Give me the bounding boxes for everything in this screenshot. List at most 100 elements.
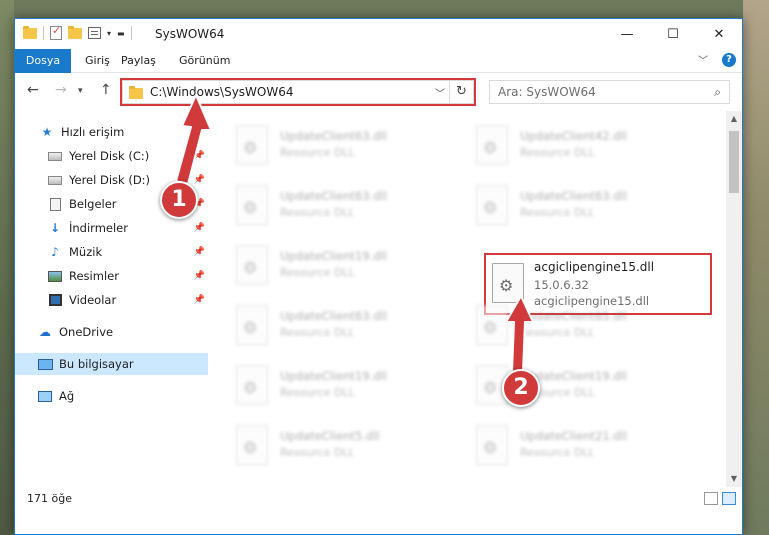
sidebar-item-this-pc[interactable]: Bu bilgisayar (15, 353, 208, 375)
sidebar-item-label: Videolar (69, 293, 117, 307)
file-description: Resource DLL (280, 206, 355, 219)
dll-file-icon (236, 185, 268, 225)
sidebar-item-pictures[interactable]: Resimler 📌 (15, 265, 208, 287)
sidebar-item-label: OneDrive (59, 325, 114, 339)
sidebar-item-label: Ağ (59, 389, 75, 403)
pin-icon: 📌 (193, 295, 205, 305)
tab-share[interactable]: Paylaş (121, 49, 156, 73)
tab-home[interactable]: Giriş (85, 49, 110, 73)
sidebar-item-videos[interactable]: Videolar 📌 (15, 289, 208, 311)
downloads-icon: ↓ (49, 221, 61, 235)
star-icon: ★ (41, 125, 53, 139)
search-icon[interactable]: ⌕ (714, 85, 721, 100)
ribbon-tabs: Dosya Giriş Paylaş Görünüm ﹀ ? (15, 49, 742, 73)
search-placeholder: Ara: SysWOW64 (498, 85, 596, 99)
recent-locations-chevron-icon[interactable]: ▾ (78, 86, 83, 96)
dll-file-icon (476, 125, 508, 165)
expand-ribbon-icon[interactable]: ﹀ (698, 52, 708, 67)
back-arrow-icon[interactable]: ← (27, 82, 39, 98)
properties-check-icon[interactable] (50, 24, 62, 40)
caption-buttons: — ☐ ✕ (604, 19, 742, 49)
scroll-thumb[interactable] (729, 131, 739, 193)
rename-icon[interactable] (88, 27, 101, 39)
desktop-wallpaper-left (0, 0, 14, 535)
sidebar-item-quick-access[interactable]: ★ Hızlı erişim (15, 121, 208, 143)
file-description: Resource DLL (520, 206, 595, 219)
dll-file-icon (236, 245, 268, 285)
scroll-down-icon[interactable]: ▼ (726, 471, 742, 487)
drive-icon (47, 173, 63, 187)
file-tile[interactable]: UpdateClient63.dll Resource DLL (218, 177, 448, 233)
folder-icon (23, 25, 37, 39)
drive-icon (47, 149, 63, 163)
address-path[interactable]: C:\Windows\SysWOW64 (150, 85, 294, 99)
pin-icon: 📌 (193, 175, 205, 185)
tab-file[interactable]: Dosya (15, 49, 71, 73)
vertical-scrollbar[interactable]: ▲ ▼ (726, 111, 742, 487)
forward-arrow-icon[interactable]: → (55, 82, 67, 98)
tab-view[interactable]: Görünüm (179, 49, 230, 73)
dll-file-icon (476, 305, 508, 345)
maximize-button[interactable]: ☐ (650, 19, 696, 49)
navigation-row: ← → ▾ ↑ C:\Windows\SysWOW64 ﹀ ↻ Ara: Sys… (15, 74, 742, 110)
file-description: Resource DLL (520, 326, 595, 339)
up-arrow-icon[interactable]: ↑ (100, 82, 112, 98)
scroll-up-icon[interactable]: ▲ (726, 111, 742, 127)
file-name: UpdateClient65.dll (520, 309, 627, 323)
cloud-icon: ☁ (39, 325, 51, 339)
file-tile[interactable]: UpdateClient63.dll Resource DLL (458, 177, 688, 233)
minimize-button[interactable]: — (604, 19, 650, 49)
file-tile[interactable]: UpdateClient19.dll Resource DLL (458, 357, 688, 413)
address-bar[interactable]: C:\Windows\SysWOW64 ﹀ ↻ (120, 78, 476, 106)
sidebar-item-music[interactable]: ♪ Müzik 📌 (15, 241, 208, 263)
close-button[interactable]: ✕ (696, 19, 742, 49)
file-tile[interactable]: UpdateClient42.dll Resource DLL (458, 117, 688, 173)
file-name: UpdateClient5.dll (280, 429, 380, 443)
file-tile[interactable]: UpdateClient63.dll Resource DLL (218, 117, 448, 173)
file-tile[interactable]: UpdateClient19.dll Resource DLL (218, 357, 448, 413)
file-list: UpdateClient63.dll Resource DLL UpdateCl… (218, 111, 726, 487)
sidebar-item-label: Belgeler (69, 197, 117, 211)
file-tile[interactable]: UpdateClient65.dll Resource DLL (458, 297, 688, 353)
customize-toolbar-icon[interactable]: ▬ (117, 29, 125, 38)
help-icon[interactable]: ? (722, 52, 736, 67)
title-bar: ▾ ▬ SysWOW64 — ☐ ✕ (15, 19, 742, 49)
details-view-icon[interactable] (704, 492, 718, 505)
file-name: UpdateClient42.dll (520, 129, 627, 143)
dll-file-icon (236, 365, 268, 405)
chevron-down-icon[interactable]: ﹀ (435, 85, 445, 100)
desktop-wallpaper-right (743, 0, 769, 535)
sidebar-item-local-disk-c[interactable]: Yerel Disk (C:) 📌 (15, 145, 208, 167)
toolbar-divider (43, 26, 44, 40)
network-icon (37, 389, 53, 403)
search-input[interactable]: Ara: SysWOW64 ⌕ (489, 80, 730, 104)
file-tile[interactable]: UpdateClient19.dll Resource DLL (218, 237, 448, 293)
sidebar-item-label: Yerel Disk (C:) (69, 149, 150, 163)
sidebar-item-network[interactable]: Ağ (15, 385, 208, 407)
sidebar-item-downloads[interactable]: ↓ İndirmeler 📌 (15, 217, 208, 239)
new-folder-icon[interactable] (68, 25, 82, 39)
status-bar: 171 öğe (15, 489, 742, 511)
file-name: acgiclipengine15.dll (534, 260, 655, 274)
file-description: Resource DLL (280, 386, 355, 399)
file-name: UpdateClient19.dll (280, 369, 387, 383)
sidebar-item-label: Bu bilgisayar (59, 357, 134, 371)
item-count: 171 öğe (27, 492, 72, 505)
file-tile[interactable]: UpdateClient5.dll Resource DLL (218, 417, 448, 473)
sidebar-item-onedrive[interactable]: ☁ OneDrive (15, 321, 208, 343)
quick-access-toolbar: ▾ ▬ (23, 24, 132, 40)
file-tile[interactable]: UpdateClient63.dll Resource DLL (218, 297, 448, 353)
pin-icon: 📌 (193, 271, 205, 281)
refresh-icon[interactable]: ↻ (449, 81, 473, 103)
step-badge-2: 2 (502, 369, 540, 407)
pin-icon: 📌 (193, 151, 205, 161)
file-description: Resource DLL (280, 326, 355, 339)
navigation-pane: ★ Hızlı erişim Yerel Disk (C:) 📌 Yerel D… (15, 111, 208, 487)
chevron-down-icon[interactable]: ▾ (107, 29, 111, 38)
pin-icon: 📌 (193, 223, 205, 233)
tiles-view-icon[interactable] (722, 492, 736, 505)
file-tile[interactable]: UpdateClient21.dll Resource DLL (458, 417, 688, 473)
computer-icon (37, 357, 53, 371)
file-description: Resource DLL (520, 446, 595, 459)
sidebar-item-label: Müzik (69, 245, 103, 259)
